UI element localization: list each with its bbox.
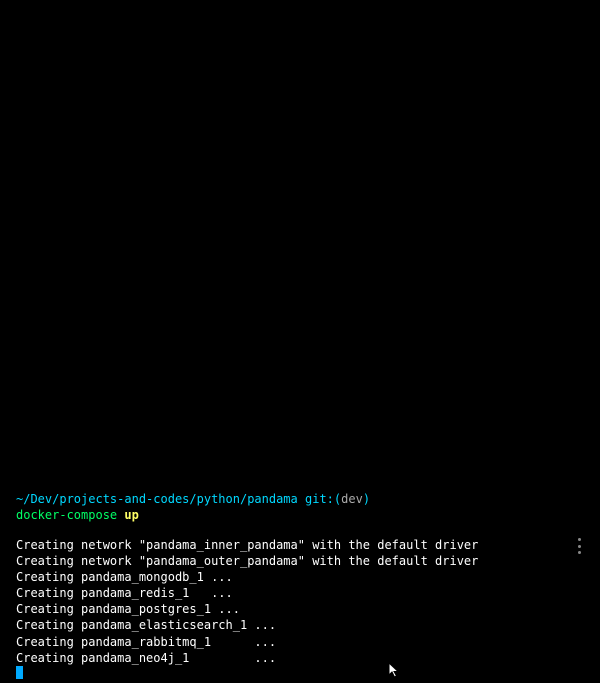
command-arg: up — [117, 508, 139, 522]
prompt-git-prefix: git:( — [298, 492, 341, 506]
prompt-path: ~/Dev/projects-and-codes/python/pandama — [16, 492, 298, 506]
output-line: Creating pandama_neo4j_1 ... — [16, 650, 584, 666]
terminal-cursor — [16, 666, 23, 679]
output-line: Creating pandama_rabbitmq_1 ... — [16, 634, 584, 650]
output-line: Creating pandama_elasticsearch_1 ... — [16, 617, 584, 633]
command-name: docker-compose — [16, 508, 117, 522]
command-line: docker-compose up — [16, 507, 584, 523]
output-line: Creating pandama_mongodb_1 ... — [16, 569, 584, 585]
cursor-line — [16, 666, 584, 679]
output-line: Creating network "pandama_outer_pandama"… — [16, 553, 584, 569]
terminal-output[interactable]: ~/Dev/projects-and-codes/python/pandama … — [0, 491, 600, 683]
shell-prompt: ~/Dev/projects-and-codes/python/pandama … — [16, 491, 584, 507]
output-line: Creating pandama_postgres_1 ... — [16, 601, 584, 617]
output-line: Creating network "pandama_inner_pandama"… — [16, 537, 584, 553]
blank-line — [16, 524, 584, 537]
output-line: Creating pandama_redis_1 ... — [16, 585, 584, 601]
prompt-git-branch: dev — [341, 492, 363, 506]
prompt-git-suffix: ) — [363, 492, 370, 506]
